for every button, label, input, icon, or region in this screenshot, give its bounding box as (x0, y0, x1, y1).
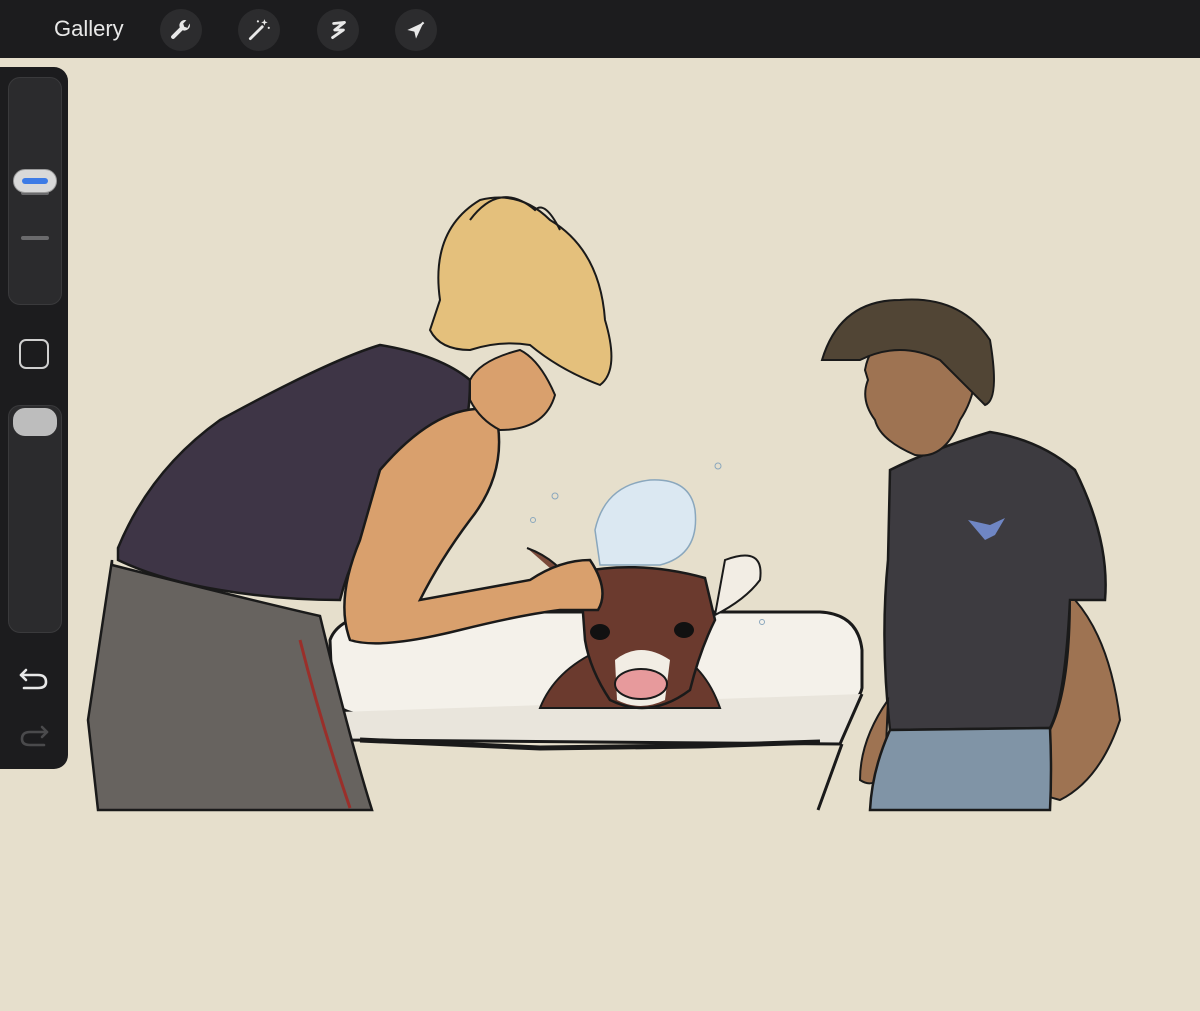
artwork-illustration (86, 196, 1122, 812)
top-toolbar: Gallery (0, 0, 1200, 58)
redo-button[interactable] (18, 721, 50, 749)
transform-button[interactable] (395, 9, 437, 51)
gallery-button[interactable]: Gallery (54, 14, 124, 44)
brush-size-thumb[interactable] (13, 169, 57, 193)
brush-size-slider[interactable] (8, 77, 62, 305)
arrow-cursor-icon (407, 21, 425, 39)
drawing-canvas[interactable] (0, 58, 1200, 1011)
adjustments-button[interactable] (238, 9, 280, 51)
selection-button[interactable] (317, 9, 359, 51)
actions-button[interactable] (160, 9, 202, 51)
undo-icon (19, 668, 48, 690)
brush-size-indicator (22, 178, 48, 184)
slider-tick (21, 236, 49, 240)
brush-sidebar (0, 67, 68, 769)
magic-wand-icon (248, 19, 270, 41)
undo-button[interactable] (18, 664, 50, 692)
opacity-thumb[interactable] (13, 408, 57, 436)
opacity-slider[interactable] (8, 405, 62, 633)
wrench-icon (171, 20, 190, 39)
selection-icon (331, 21, 346, 39)
modify-button[interactable] (19, 339, 49, 369)
redo-icon (20, 725, 49, 747)
